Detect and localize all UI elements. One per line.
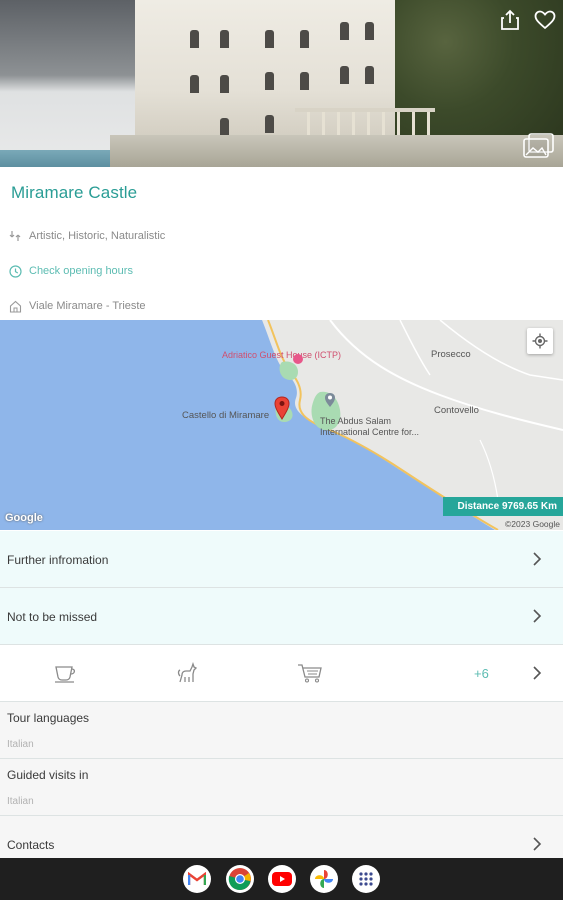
- place-title: Miramare Castle: [11, 183, 138, 202]
- tour-languages-section: Tour languages Italian: [0, 702, 563, 759]
- chevron-right-icon: [531, 608, 543, 624]
- address-text: Viale Miramare - Trieste: [29, 300, 146, 312]
- crosshair-icon: [532, 333, 548, 349]
- chevron-right-icon: [531, 836, 543, 852]
- categories-row: Artistic, Historic, Naturalistic: [8, 228, 165, 244]
- map-label-guest-house[interactable]: Adriatico Guest House (ICTP): [222, 350, 341, 360]
- chrome-icon[interactable]: [226, 865, 254, 893]
- map-view[interactable]: Adriatico Guest House (ICTP) Castello di…: [0, 320, 563, 530]
- hero-terrace: [110, 135, 563, 167]
- house-icon: [8, 299, 22, 313]
- further-information-row[interactable]: Further infromation: [0, 531, 563, 588]
- google-logo: Google: [5, 512, 43, 524]
- amenities-row[interactable]: +6: [0, 645, 563, 702]
- address-row: Viale Miramare - Trieste: [8, 298, 146, 314]
- pets-allowed-icon: [173, 662, 201, 684]
- tour-languages-label: Tour languages: [7, 711, 90, 725]
- hero-pergola: [295, 108, 435, 138]
- map-poi-icon: [293, 354, 303, 364]
- photo-gallery-icon[interactable]: [521, 132, 555, 160]
- app-drawer-icon[interactable]: [352, 865, 380, 893]
- guided-visits-section: Guided visits in Italian: [0, 759, 563, 816]
- share-icon[interactable]: [497, 7, 523, 33]
- clock-icon: [8, 264, 22, 278]
- contacts-row[interactable]: Contacts: [0, 816, 563, 858]
- chevron-right-icon: [531, 551, 543, 567]
- tour-languages-value: Italian: [7, 739, 34, 750]
- more-amenities-count[interactable]: +6: [474, 666, 489, 681]
- guided-visits-value: Italian: [7, 796, 34, 807]
- chevron-right-icon[interactable]: [531, 665, 543, 681]
- not-to-be-missed-label: Not to be missed: [7, 610, 98, 624]
- heart-outline-icon[interactable]: [532, 7, 558, 33]
- map-label-castle[interactable]: Castello di Miramare: [182, 410, 269, 421]
- shop-cart-icon: [296, 662, 324, 684]
- youtube-icon[interactable]: [268, 865, 296, 893]
- map-label-contovello: Contovello: [434, 405, 479, 416]
- hero-image[interactable]: [0, 0, 563, 167]
- guided-visits-label: Guided visits in: [7, 768, 89, 782]
- check-hours-link[interactable]: Check opening hours: [29, 265, 133, 277]
- further-information-label: Further infromation: [7, 553, 109, 567]
- cafe-icon: [51, 662, 79, 684]
- taskbar: [0, 858, 563, 900]
- not-to-be-missed-row[interactable]: Not to be missed: [0, 588, 563, 645]
- tag-icon: [8, 229, 22, 243]
- my-location-button[interactable]: [527, 328, 553, 354]
- distance-badge: Distance 9769.65 Km: [443, 497, 563, 516]
- map-pin-icon[interactable]: [274, 396, 290, 425]
- map-copyright: ©2023 Google: [505, 519, 560, 529]
- contacts-label: Contacts: [7, 838, 55, 852]
- gmail-icon[interactable]: [183, 865, 211, 893]
- opening-hours-row[interactable]: Check opening hours: [8, 263, 133, 279]
- map-label-prosecco: Prosecco: [431, 349, 471, 360]
- map-place-marker-icon: [324, 392, 336, 413]
- categories-text: Artistic, Historic, Naturalistic: [29, 230, 166, 242]
- map-label-ictp[interactable]: The Abdus Salam International Centre for…: [320, 416, 440, 438]
- photos-icon[interactable]: [310, 865, 338, 893]
